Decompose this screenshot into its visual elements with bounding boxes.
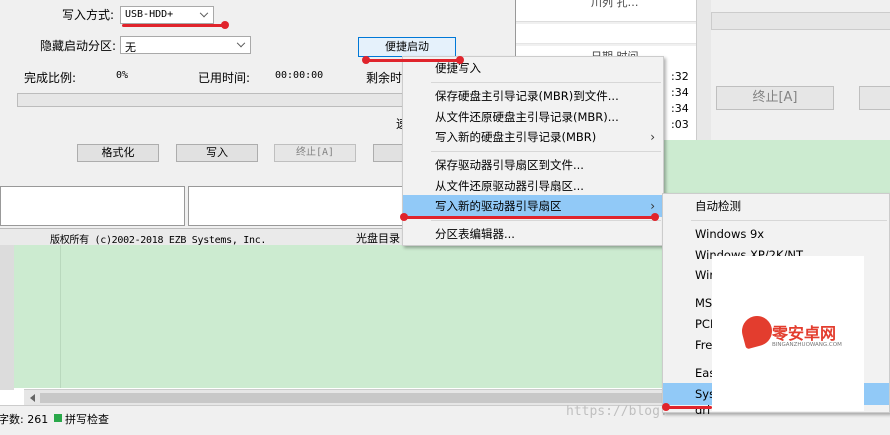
abort-button-right[interactable]: 终止[A] [716, 86, 834, 110]
menu-item-write-mbr-label: 写入新的硬盘主引导记录(MBR) [435, 130, 597, 144]
menu-item-write-boot-sector[interactable]: 写入新的驱动器引导扇区 › [403, 195, 663, 217]
annotation-line [404, 216, 656, 219]
menu-separator [431, 151, 661, 152]
time-cell: :03 [671, 118, 689, 131]
logo-name: 零安卓网 [772, 324, 837, 343]
spell-check-label[interactable]: 拼写检查 [65, 411, 109, 427]
editor-left-gutter [0, 245, 14, 390]
menu-separator [431, 220, 661, 221]
right-list-header: 川列 孔… [516, 0, 711, 22]
time-cell: :34 [671, 102, 689, 115]
menu-item-partition-editor[interactable]: 分区表编辑器... [403, 223, 663, 245]
right-list-row [516, 24, 711, 44]
chevron-down-icon [236, 38, 246, 48]
right-scrollbar[interactable] [696, 0, 711, 140]
menu-item-restore-mbr[interactable]: 从文件还原硬盘主引导记录(MBR)... [403, 106, 663, 128]
copyright-text: 版权所有 (c)2002-2018 EZB Systems, Inc. [50, 235, 267, 246]
menu-item-save-boot-sector[interactable]: 保存驱动器引导扇区到文件... [403, 154, 663, 176]
annotation-dot [651, 213, 659, 221]
logo-icon [738, 312, 776, 350]
lower-panel-left [0, 186, 185, 226]
hide-partition-label: 隐藏启动分区: [40, 39, 117, 53]
disc-directory-label: 光盘目录 [356, 232, 400, 245]
menu-separator [691, 220, 887, 221]
annotation-dot [221, 21, 229, 29]
editor-horizontal-scrollbar[interactable] [24, 389, 720, 405]
annotation-dot [400, 213, 408, 221]
write-button[interactable]: 写入 [176, 144, 258, 162]
chevron-right-icon: › [650, 130, 655, 144]
annotation-dot [362, 56, 370, 64]
write-mode-value: USB-HDD+ [125, 9, 174, 20]
menu-item-restore-boot-sector[interactable]: 从文件还原驱动器引导扇区... [403, 175, 663, 197]
annotation-line [122, 24, 226, 27]
annotation-dot [456, 56, 464, 64]
quick-boot-button[interactable]: 便捷启动 [358, 37, 456, 57]
site-logo: 零安卓网 BINGANZHUOWANG.COM [712, 256, 864, 411]
remaining-label: 剩余时 [366, 71, 403, 85]
lower-panel-right [188, 186, 403, 226]
abort-button[interactable]: 终止[A] [274, 144, 356, 162]
complete-label: 完成比例: [24, 71, 77, 85]
logo-subtitle: BINGANZHUOWANG.COM [772, 342, 842, 348]
write-mode-select[interactable]: USB-HDD+ [120, 6, 214, 24]
right-top-bar [711, 12, 890, 30]
menu-item-write-boot-sector-label: 写入新的驱动器引导扇区 [435, 199, 562, 213]
chevron-down-icon [199, 8, 209, 18]
write-mode-label: 写入方式: [62, 8, 115, 22]
menu-item-write-mbr[interactable]: 写入新的硬盘主引导记录(MBR) › [403, 126, 663, 148]
menu-item-save-mbr[interactable]: 保存硬盘主引导记录(MBR)到文件... [403, 85, 663, 107]
progress-bar [17, 93, 407, 107]
menu-separator [431, 82, 661, 83]
dialog-status-bar: 版权所有 (c)2002-2018 EZB Systems, Inc. 光盘目录 [0, 228, 405, 246]
time-cell: :34 [671, 86, 689, 99]
watermark-url: https://blog. [566, 404, 668, 419]
spell-check-icon [54, 414, 62, 422]
submenu-item-auto-detect[interactable]: 自动检测 [663, 195, 889, 217]
word-count: 字数: 261 [0, 413, 49, 426]
scroll-thumb[interactable] [40, 393, 680, 403]
format-button[interactable]: 格式化 [77, 144, 159, 162]
partial-button-right[interactable] [859, 86, 890, 110]
annotation-line [366, 59, 460, 62]
editor-gutter-line [60, 245, 61, 388]
right-list-header-text: 川列 孔… [591, 0, 639, 9]
return-button[interactable] [373, 144, 405, 162]
annotation-dot [662, 403, 670, 411]
scroll-left-arrow-icon[interactable] [30, 394, 35, 402]
submenu-item-win9x[interactable]: Windows 9x [663, 223, 889, 245]
time-cell: :32 [671, 70, 689, 83]
elapsed-label: 已用时间: [198, 71, 251, 85]
complete-value: 0% [116, 70, 129, 81]
annotation-line [666, 406, 712, 409]
hide-partition-value: 无 [125, 41, 136, 54]
elapsed-value: 00:00:00 [275, 70, 324, 81]
hide-partition-select[interactable]: 无 [120, 36, 251, 54]
